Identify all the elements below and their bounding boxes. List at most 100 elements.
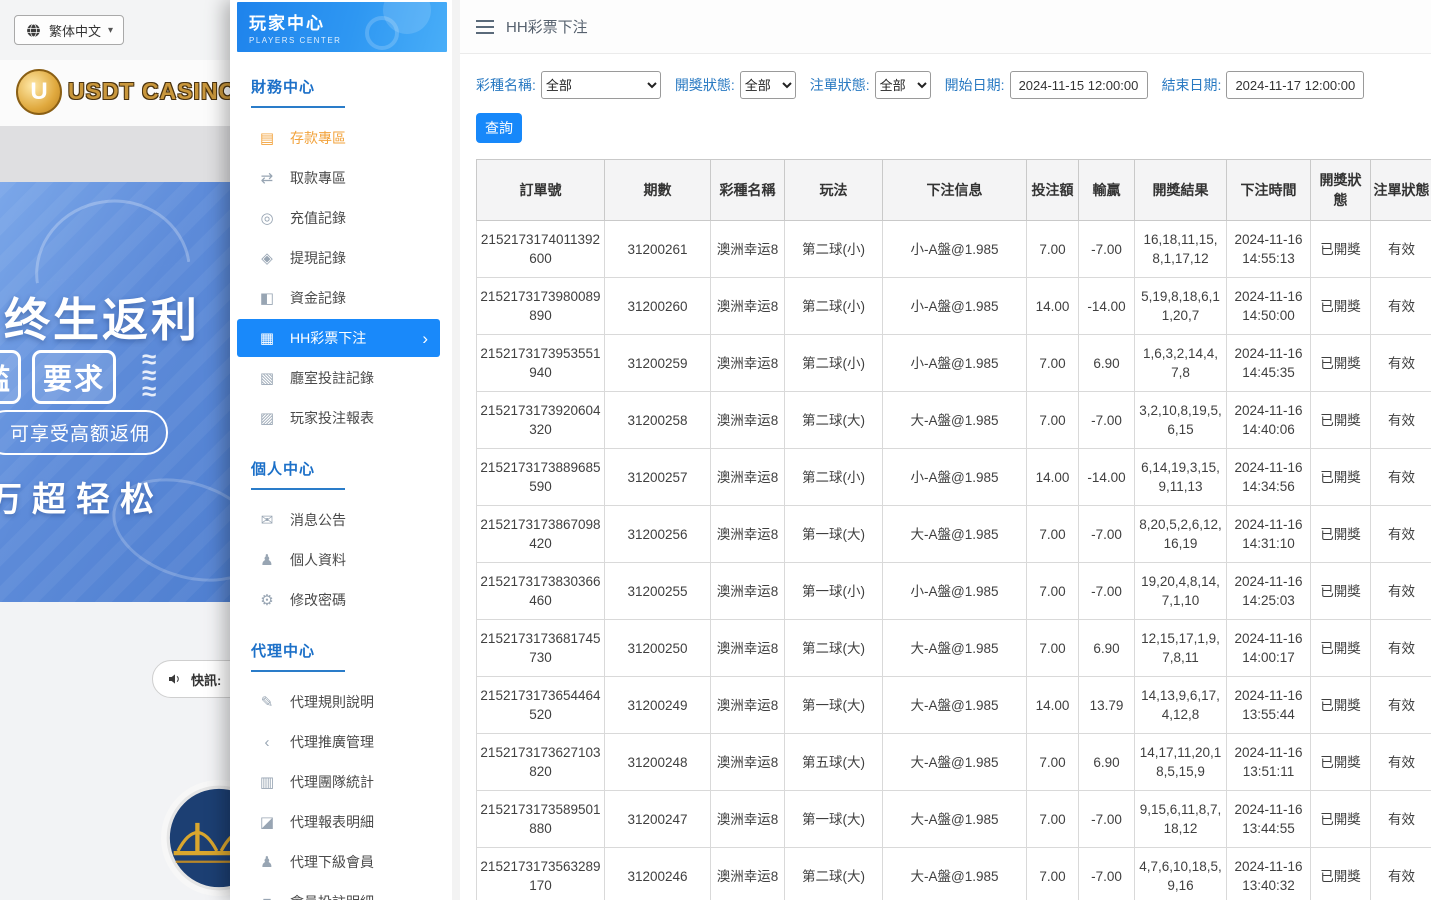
table-cell: 2152173173627103820 xyxy=(477,734,605,791)
table-cell: 7.00 xyxy=(1027,848,1079,900)
table-row: 215217317388968559031200257澳洲幸运8第二球(小)小-… xyxy=(477,449,1431,506)
lottery-bet-icon: ▦ xyxy=(257,329,277,347)
start-date-label: 開始日期: xyxy=(945,75,1005,95)
table-row: 215217317365446452031200249澳洲幸运8第一球(大)大-… xyxy=(477,677,1431,734)
table-cell: 2152173174011392600 xyxy=(477,221,605,278)
sidebar-item[interactable]: ♟個人資料 xyxy=(237,540,452,580)
sidebar-item[interactable]: ▧廳室投註記錄 xyxy=(237,358,452,398)
table-cell: 3,2,10,8,19,5,6,15 xyxy=(1135,392,1227,449)
table-row: 215217317386709842031200256澳洲幸运8第一球(大)大-… xyxy=(477,506,1431,563)
table-body: 215217317401139260031200261澳洲幸运8第二球(小)小-… xyxy=(477,221,1431,900)
top-bar: 繁体中文 ▾ xyxy=(0,0,230,60)
search-button[interactable]: 查詢 xyxy=(476,113,522,143)
table-cell: 31200260 xyxy=(605,278,711,335)
table-cell: 已開獎 xyxy=(1311,848,1371,900)
table-cell: 已開獎 xyxy=(1311,278,1371,335)
lottery-filter-label: 彩種名稱: xyxy=(476,75,536,95)
menu-toggle-icon[interactable] xyxy=(476,26,494,28)
table-cell: 31200259 xyxy=(605,335,711,392)
sidebar-item[interactable]: ▨玩家投注報表 xyxy=(237,398,452,438)
team-stats-icon: ▥ xyxy=(257,773,277,791)
announcement-icon: ✉ xyxy=(257,511,277,529)
table-cell: 2024-11-16 14:40:06 xyxy=(1227,392,1311,449)
start-date-input[interactable] xyxy=(1010,71,1148,99)
table-cell: 31200250 xyxy=(605,620,711,677)
sidebar-item[interactable]: ‹代理推廣管理 xyxy=(237,722,452,762)
table-cell: 有效 xyxy=(1371,392,1431,449)
sidebar-scrollbar[interactable] xyxy=(452,0,460,900)
sidebar-item[interactable]: ◈ 提現記錄 xyxy=(237,238,452,278)
table-cell: 2152173173867098420 xyxy=(477,506,605,563)
table-cell: 31200256 xyxy=(605,506,711,563)
withdrawal-record-icon: ◈ xyxy=(257,249,277,267)
bets-table: 訂單號期數彩種名稱玩法下注信息投注額輸贏開獎結果下注時間開獎狀態注單狀態 215… xyxy=(476,159,1431,900)
table-cell: 有效 xyxy=(1371,677,1431,734)
sidebar-item[interactable]: ▦HH彩票下注› xyxy=(237,319,440,357)
sidebar-item[interactable]: ◎ 充值記錄 xyxy=(237,198,452,238)
column-header: 注單狀態 xyxy=(1371,160,1431,221)
section-title: 個人中心 xyxy=(251,458,345,490)
table-cell: 已開獎 xyxy=(1311,677,1371,734)
brand-logo: U USDT CASINO xyxy=(0,60,230,126)
table-cell: 第二球(大) xyxy=(785,620,883,677)
sidebar-item[interactable]: ♟代理下級會員 xyxy=(237,842,452,882)
sidebar-item[interactable]: ⚙修改密碼 xyxy=(237,580,452,620)
sidebar-item-label: 充值記錄 xyxy=(290,208,346,228)
lottery-select[interactable]: 全部 xyxy=(541,71,661,99)
table-row: 215217317398008989031200260澳洲幸运8第二球(小)小-… xyxy=(477,278,1431,335)
column-header: 訂單號 xyxy=(477,160,605,221)
sidebar-item-label: 提現記錄 xyxy=(290,248,346,268)
sidebar-item[interactable]: ▤存款專區 xyxy=(237,118,452,158)
sidebar-item[interactable]: ▥代理團隊統計 xyxy=(237,762,452,802)
table-cell: 2024-11-16 13:55:44 xyxy=(1227,677,1311,734)
column-header: 期數 xyxy=(605,160,711,221)
table-cell: 2024-11-16 14:55:13 xyxy=(1227,221,1311,278)
content-header: HH彩票下注 xyxy=(460,0,1431,54)
end-date-input[interactable] xyxy=(1226,71,1364,99)
sidebar-item-label: 廳室投註記錄 xyxy=(290,368,374,388)
wave-decoration: ≈ xyxy=(142,384,156,398)
sidebar-item[interactable]: ◧資金記錄 xyxy=(237,278,452,318)
banner-decoration xyxy=(26,189,191,283)
table-cell: 2024-11-16 14:00:17 xyxy=(1227,620,1311,677)
draw-status-select[interactable]: 全部 xyxy=(740,71,796,99)
player-center-modal: 玩家中心 PLAYERS CENTER 財務中心▤存款專區⇄取款專區◎充值記錄◈… xyxy=(230,0,1431,900)
doc-icon: ✎ xyxy=(257,693,277,711)
bet-status-filter-label: 注單狀態: xyxy=(810,75,870,95)
table-cell: 7.00 xyxy=(1027,734,1079,791)
table-row: 215217317362710382031200248澳洲幸运8第五球(大)大-… xyxy=(477,734,1431,791)
table-row: 215217317401139260031200261澳洲幸运8第二球(小)小-… xyxy=(477,221,1431,278)
table-cell: 已開獎 xyxy=(1311,449,1371,506)
column-header: 開獎結果 xyxy=(1135,160,1227,221)
sidebar-item[interactable]: ✉消息公告 xyxy=(237,500,452,540)
banner-badge-row: 槛 要求 ≈ ≈ ≈ xyxy=(0,350,230,402)
banner-badge: 要求 xyxy=(32,350,116,404)
recharge-record-icon: ◎ xyxy=(257,209,277,227)
table-cell: 有效 xyxy=(1371,449,1431,506)
sidebar-item-label: 玩家投注報表 xyxy=(290,408,374,428)
table-cell: 澳洲幸运8 xyxy=(711,506,785,563)
sidebar-item-label: 代理規則說明 xyxy=(290,692,374,712)
table-cell: 2152173173681745730 xyxy=(477,620,605,677)
table-cell: 31200248 xyxy=(605,734,711,791)
table-cell: -7.00 xyxy=(1079,791,1135,848)
end-date-label: 結束日期: xyxy=(1162,75,1222,95)
table-cell: 第五球(大) xyxy=(785,734,883,791)
sidebar-item[interactable]: ◪代理報表明細 xyxy=(237,802,452,842)
table-cell: 澳洲幸运8 xyxy=(711,734,785,791)
language-selector[interactable]: 繁体中文 ▾ xyxy=(14,15,124,45)
sidebar-item[interactable]: ✎ 代理規則說明 xyxy=(237,682,452,722)
table-cell: 7.00 xyxy=(1027,506,1079,563)
bet-status-select[interactable]: 全部 xyxy=(875,71,931,99)
chevron-right-icon: › xyxy=(422,330,428,347)
column-header: 彩種名稱 xyxy=(711,160,785,221)
sidebar-item[interactable]: ≡會員投註明細 xyxy=(237,882,452,900)
table-cell: 小-A盤@1.985 xyxy=(883,221,1027,278)
table-cell: 已開獎 xyxy=(1311,734,1371,791)
column-header: 開獎狀態 xyxy=(1311,160,1371,221)
members-icon: ♟ xyxy=(257,853,277,871)
table-cell: 澳洲幸运8 xyxy=(711,449,785,506)
sidebar-item[interactable]: ⇄取款專區 xyxy=(237,158,452,198)
table-cell: 14.00 xyxy=(1027,278,1079,335)
table-row: 215217317395355194031200259澳洲幸运8第二球(小)小-… xyxy=(477,335,1431,392)
